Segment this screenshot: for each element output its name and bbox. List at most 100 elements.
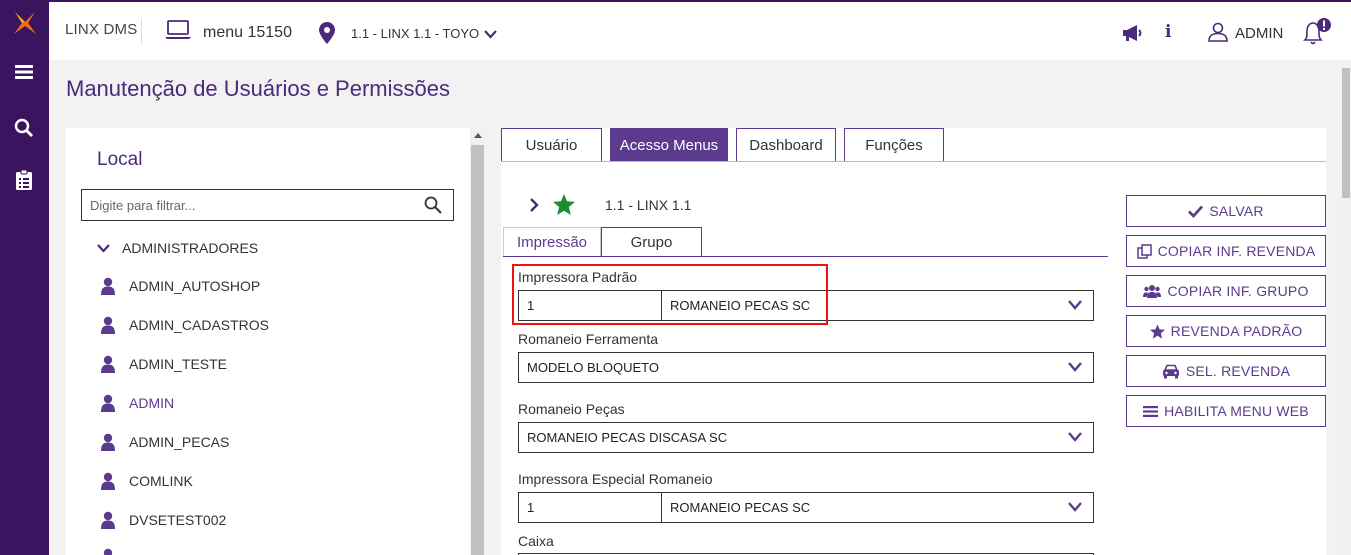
select-value: ROMANEIO PECAS DISCASA SC <box>527 430 728 445</box>
copiar-grupo-button[interactable]: COPIAR INF. GRUPO <box>1126 275 1326 307</box>
divider <box>141 18 142 44</box>
tab-impressao[interactable]: Impressão <box>503 227 601 257</box>
left-panel-scrollbar[interactable] <box>470 128 485 555</box>
highlight-box <box>512 264 828 325</box>
tree-item[interactable]: ADMIN_CADASTROS <box>101 316 269 334</box>
tree-item[interactable]: DVSETEST002 <box>101 511 226 529</box>
scroll-up-icon[interactable] <box>474 133 482 138</box>
permissions-panel: Usuário Acesso Menus Dashboard Funções 1… <box>501 128 1326 555</box>
tab-grupo[interactable]: Grupo <box>601 227 702 257</box>
search-icon[interactable] <box>12 116 36 140</box>
location-pin-icon <box>319 22 335 44</box>
tree-item-label: DVSETEST002 <box>129 512 227 528</box>
user-icon <box>101 277 115 295</box>
chevron-down-icon <box>97 243 110 253</box>
tree-item-label: ADMIN_TESTE <box>129 356 228 372</box>
salvar-button[interactable]: SALVAR <box>1126 195 1326 227</box>
tree-item[interactable] <box>101 548 115 555</box>
tree-item-label: ADMIN_PECAS <box>129 434 230 450</box>
top-bar: LINX DMS menu 15150 1.1 - LINX 1.1 - TOY… <box>49 0 1351 60</box>
chevron-down-icon[interactable] <box>1068 502 1082 512</box>
tree-group-label: ADMINISTRADORES <box>122 240 259 256</box>
car-icon <box>1162 364 1179 378</box>
divider <box>501 161 1326 162</box>
tree-item-label: ADMIN_CADASTROS <box>129 317 270 333</box>
button-label: COPIAR INF. REVENDA <box>1157 243 1316 259</box>
button-label: REVENDA PADRÃO <box>1170 323 1303 339</box>
check-icon <box>1188 205 1204 218</box>
app-brand: LINX DMS <box>65 21 138 38</box>
field-label: Romaneio Ferramenta <box>518 331 659 347</box>
tree-group-administradores[interactable]: ADMINISTRADORES <box>97 240 258 256</box>
sub-tabs: Impressão Grupo <box>503 227 702 257</box>
divider <box>503 256 1108 257</box>
revenda-padrao-button[interactable]: REVENDA PADRÃO <box>1126 315 1326 347</box>
page-title: Manutenção de Usuários e Permissões <box>66 76 450 101</box>
tab-usuario[interactable]: Usuário <box>501 128 602 162</box>
button-label: HABILITA MENU WEB <box>1164 403 1309 419</box>
location-selector[interactable]: 1.1 - LINX 1.1 - TOYO <box>351 26 497 41</box>
tree-item-label: COMLINK <box>129 473 193 489</box>
menu-id: menu 15150 <box>203 24 292 41</box>
star-icon <box>1149 323 1165 339</box>
field-label: Romaneio Peças <box>518 401 625 417</box>
local-panel: Local ADMINISTRADORES ADMIN_AUTOSHOP ADM… <box>66 128 470 555</box>
node-label: 1.1 - LINX 1.1 <box>605 196 692 213</box>
tree-node-linx[interactable]: 1.1 - LINX 1.1 <box>529 194 691 215</box>
laptop-icon <box>165 20 191 39</box>
star-icon[interactable] <box>553 194 575 215</box>
field-label: Caixa <box>518 533 554 549</box>
megaphone-icon[interactable] <box>1121 24 1143 42</box>
info-icon[interactable]: i <box>1165 22 1171 42</box>
users-icon <box>1143 284 1162 298</box>
chevron-down-icon[interactable] <box>1068 432 1082 442</box>
clipboard-icon[interactable] <box>12 168 36 192</box>
button-label: SALVAR <box>1209 203 1264 219</box>
button-label: COPIAR INF. GRUPO <box>1167 283 1309 299</box>
user-icon <box>101 355 115 373</box>
select-value: MODELO BLOQUETO <box>527 360 659 375</box>
scrollbar-thumb[interactable] <box>471 145 484 555</box>
chevron-down-icon[interactable] <box>1068 300 1082 310</box>
field-label: Impressora Especial Romaneio <box>518 471 713 487</box>
tab-dashboard[interactable]: Dashboard <box>736 128 836 162</box>
chevron-right-icon[interactable] <box>529 197 539 212</box>
tree-item[interactable]: ADMIN_TESTE <box>101 355 227 373</box>
bell-alert-icon[interactable] <box>1301 18 1331 46</box>
copiar-revenda-button[interactable]: COPIAR INF. REVENDA <box>1126 235 1326 267</box>
scrollbar-thumb[interactable] <box>1342 68 1350 198</box>
tab-funcoes[interactable]: Funções <box>844 128 944 162</box>
romaneio-ferramenta-select[interactable]: MODELO BLOQUETO <box>518 352 1094 383</box>
list-icon <box>1143 405 1159 417</box>
tree-item[interactable]: COMLINK <box>101 472 193 490</box>
panel-title: Local <box>97 149 143 170</box>
tree-item-selected[interactable]: ADMIN <box>101 394 174 412</box>
user-icon[interactable] <box>1208 22 1228 42</box>
filter-input[interactable] <box>82 190 412 220</box>
location-label: 1.1 - LINX 1.1 - TOYO <box>351 26 480 41</box>
user-icon <box>101 433 115 451</box>
select-value: ROMANEIO PECAS SC <box>670 500 811 515</box>
user-icon <box>101 394 115 412</box>
linx-logo-icon[interactable] <box>12 10 38 36</box>
tab-acesso-menus[interactable]: Acesso Menus <box>610 128 728 162</box>
user-icon <box>101 316 115 334</box>
tree-item[interactable]: ADMIN_PECAS <box>101 433 229 451</box>
tree-item-label: ADMIN_AUTOSHOP <box>129 278 261 294</box>
main-tabs: Usuário Acesso Menus Dashboard Funções <box>501 128 944 162</box>
select-code: 1 <box>519 493 662 522</box>
user-name[interactable]: ADMIN <box>1235 25 1283 42</box>
tree-item-label: ADMIN <box>129 395 175 411</box>
romaneio-pecas-select[interactable]: ROMANEIO PECAS DISCASA SC <box>518 422 1094 453</box>
sel-revenda-button[interactable]: SEL. REVENDA <box>1126 355 1326 387</box>
menu-icon[interactable] <box>12 60 36 84</box>
chevron-down-icon[interactable] <box>1068 362 1082 372</box>
left-rail <box>0 0 49 555</box>
copy-icon <box>1136 243 1152 259</box>
page-scrollbar[interactable] <box>1341 60 1351 555</box>
search-icon[interactable] <box>424 196 442 214</box>
user-icon <box>103 548 113 555</box>
habilita-menu-web-button[interactable]: HABILITA MENU WEB <box>1126 395 1326 427</box>
tree-item[interactable]: ADMIN_AUTOSHOP <box>101 277 260 295</box>
impressora-especial-select[interactable]: 1 ROMANEIO PECAS SC <box>518 492 1094 523</box>
